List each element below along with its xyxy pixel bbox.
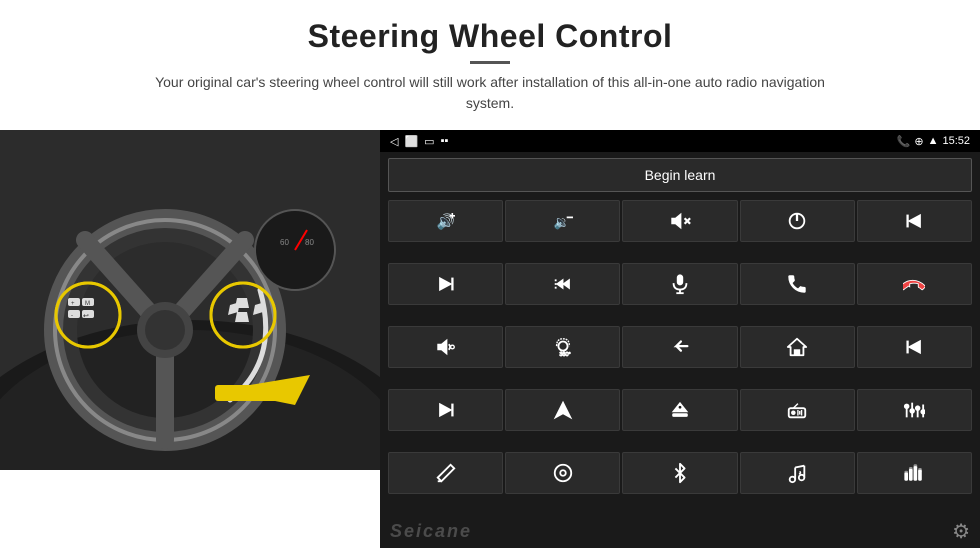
signal-icon: ▪▪ <box>441 135 449 147</box>
vol-down-button[interactable]: 🔉− <box>505 200 620 242</box>
settings-circle-button[interactable] <box>505 452 620 494</box>
begin-learn-button[interactable]: Begin learn <box>388 158 972 192</box>
svg-text:♪: ♪ <box>799 470 801 475</box>
radio-icon <box>786 399 808 421</box>
status-bar-left: ◁ ⬜ ▭ ▪▪ <box>390 135 448 148</box>
steering-wheel-panel: + M - ↩ 60 80 <box>0 130 380 470</box>
equalizer-button[interactable] <box>857 389 972 431</box>
content-area: + M - ↩ 60 80 <box>0 130 980 548</box>
settings-gear-icon[interactable]: ⚙ <box>952 519 970 544</box>
eject-icon <box>669 399 691 421</box>
seek-fwd-button[interactable] <box>505 263 620 305</box>
bluetooth-button[interactable] <box>622 452 737 494</box>
power-icon <box>786 210 808 232</box>
radio-button[interactable] <box>740 389 855 431</box>
prev-end-icon <box>903 210 925 232</box>
navigation-button[interactable] <box>505 389 620 431</box>
svg-text:360°: 360° <box>559 352 570 358</box>
next-icon <box>435 273 457 295</box>
location-icon: ⊕ <box>914 135 923 148</box>
status-bar-right: 📞 ⊕ ▲ 15:52 <box>897 135 970 148</box>
mic-icon <box>669 273 691 295</box>
wifi-icon: ▲ <box>928 135 939 147</box>
brand-watermark: Seicane <box>390 521 472 542</box>
svg-text:60: 60 <box>280 238 289 247</box>
power-button[interactable] <box>740 200 855 242</box>
controls-grid: 🔊+ 🔉− <box>380 198 980 517</box>
next-track-button[interactable] <box>388 263 503 305</box>
svg-text:-: - <box>71 313 73 319</box>
page: Steering Wheel Control Your original car… <box>0 0 980 548</box>
time-display: 15:52 <box>942 135 970 147</box>
skip-back-icon <box>903 336 925 358</box>
vol-down-icon: 🔉− <box>552 210 574 232</box>
speaker-icon <box>435 336 457 358</box>
svg-text:80: 80 <box>305 238 314 247</box>
begin-learn-row: Begin learn <box>380 152 980 198</box>
steering-wheel-image: + M - ↩ 60 80 <box>0 130 380 470</box>
nav-icon <box>552 399 574 421</box>
spectrum-button[interactable] <box>857 452 972 494</box>
phone-icon <box>786 273 808 295</box>
skip-back-button[interactable] <box>857 326 972 368</box>
camera360-button[interactable]: 360° <box>505 326 620 368</box>
home-button[interactable] <box>740 326 855 368</box>
svg-text:−: − <box>566 212 572 224</box>
ff-icon <box>435 399 457 421</box>
svg-text:↩: ↩ <box>83 313 89 320</box>
android-panel: ◁ ⬜ ▭ ▪▪ 📞 ⊕ ▲ 15:52 Begin learn <box>380 130 980 548</box>
eject-button[interactable] <box>622 389 737 431</box>
home-icon <box>786 336 808 358</box>
back-nav-icon[interactable]: ◁ <box>390 135 398 148</box>
svg-text:+: + <box>71 301 75 307</box>
page-title: Steering Wheel Control <box>40 18 940 55</box>
music-button[interactable]: ♪ <box>740 452 855 494</box>
spectrum-icon <box>903 462 925 484</box>
home-nav-icon[interactable]: ⬜ <box>404 135 418 148</box>
back-button[interactable] <box>622 326 737 368</box>
seek-fwd-icon <box>552 273 574 295</box>
back-icon <box>669 336 691 358</box>
phone-signal-icon: 📞 <box>897 135 911 148</box>
settings-circle-icon <box>552 462 574 484</box>
music-icon: ♪ <box>786 462 808 484</box>
title-divider <box>470 61 510 64</box>
mute-icon <box>669 210 691 232</box>
prev-track-end-button[interactable] <box>857 200 972 242</box>
header: Steering Wheel Control Your original car… <box>0 0 980 122</box>
header-description: Your original car's steering wheel contr… <box>140 72 840 114</box>
hang-up-icon <box>903 273 925 295</box>
status-bar: ◁ ⬜ ▭ ▪▪ 📞 ⊕ ▲ 15:52 <box>380 130 980 152</box>
pen-icon <box>435 462 457 484</box>
vol-up-icon: 🔊+ <box>435 210 457 232</box>
watermark-row: Seicane ⚙ <box>380 517 980 548</box>
camera360-icon: 360° <box>552 336 574 358</box>
pen-button[interactable] <box>388 452 503 494</box>
hang-up-button[interactable] <box>857 263 972 305</box>
phone-button[interactable] <box>740 263 855 305</box>
svg-text:+: + <box>449 211 454 221</box>
svg-text:M: M <box>85 301 90 307</box>
recents-nav-icon[interactable]: ▭ <box>424 135 434 148</box>
bt-icon <box>669 462 691 484</box>
vol-up-button[interactable]: 🔊+ <box>388 200 503 242</box>
mute-button[interactable] <box>622 200 737 242</box>
equalizer-icon <box>903 399 925 421</box>
mic-button[interactable] <box>622 263 737 305</box>
speaker-button[interactable] <box>388 326 503 368</box>
ff-button[interactable] <box>388 389 503 431</box>
